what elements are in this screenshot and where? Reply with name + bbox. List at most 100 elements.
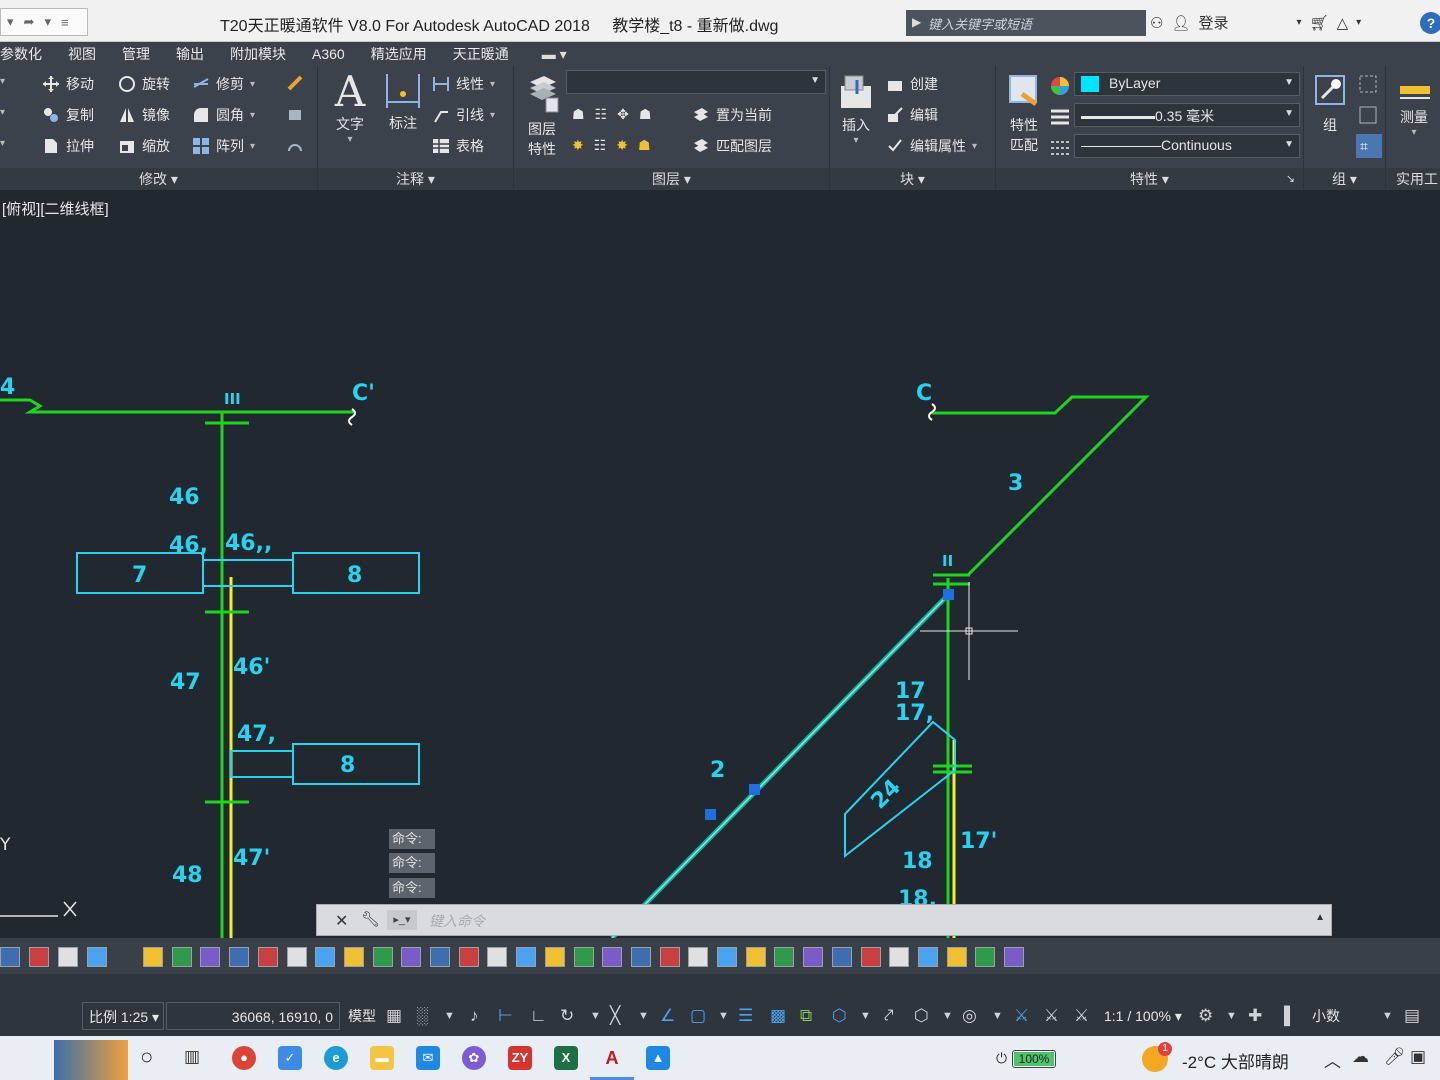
array-dropdown-icon[interactable]: ▾ — [250, 141, 255, 152]
tangent-tool-button[interactable] — [917, 947, 938, 967]
group-selection-toggle[interactable]: ⌗ — [1356, 134, 1382, 158]
layer-isolate-icon[interactable]: ☷ — [595, 106, 608, 123]
measure-dropdown-icon[interactable]: ▾ — [1392, 127, 1436, 138]
tangent-tool-button[interactable] — [717, 947, 737, 967]
scale-button[interactable]: 缩放 — [118, 136, 170, 156]
workspace-dropdown-icon[interactable]: ▼ — [1226, 1010, 1237, 1022]
login-button[interactable]: 登录 — [1199, 12, 1229, 33]
tangent-tool-button[interactable] — [688, 947, 709, 967]
move-button[interactable]: 移动 — [42, 74, 94, 94]
customize-icon[interactable]: ▾ — [44, 14, 51, 30]
tab-manage[interactable]: 管理 — [109, 44, 163, 64]
tangent-tool-button[interactable] — [229, 947, 250, 967]
filter-dropdown-icon[interactable]: ▼ — [942, 1010, 953, 1022]
measure-button[interactable]: 测量 ▾ — [1392, 80, 1436, 138]
tangent-tool-button[interactable] — [602, 947, 623, 967]
properties-panel-title[interactable]: 特性 ▾ ↘ — [996, 168, 1303, 190]
match-layer-button[interactable]: 匹配图层 — [692, 136, 772, 156]
chevron-down-icon[interactable]: ▾ — [1356, 17, 1361, 28]
tangent-tool-button[interactable] — [458, 947, 479, 967]
tangent-tool-button[interactable] — [87, 947, 107, 967]
dropdown-icon[interactable]: ▾ — [7, 14, 14, 30]
tangent-tool-button[interactable] — [315, 947, 336, 967]
tangent-tool-button[interactable] — [860, 947, 881, 967]
group-edit-icon[interactable] — [1358, 105, 1378, 125]
osnap-dropdown-icon[interactable]: ▼ — [718, 1010, 729, 1022]
trim-dropdown-icon[interactable]: ▾ — [250, 79, 255, 90]
fillet-dropdown-icon[interactable]: ▾ — [250, 110, 255, 121]
tangent-tool-button[interactable] — [286, 947, 307, 967]
supply-main-left[interactable] — [0, 398, 355, 414]
tangent-tool-button[interactable] — [516, 947, 537, 967]
linear-button[interactable]: 线性 ▾ — [432, 74, 495, 94]
grip-3[interactable] — [705, 809, 716, 820]
isodraft-dropdown-icon[interactable]: ▼ — [638, 1010, 649, 1022]
tangent-tool-button[interactable] — [200, 947, 221, 967]
auto-scale-icon[interactable]: ⚔ — [1044, 1006, 1059, 1026]
ungroup-icon[interactable] — [1358, 74, 1378, 94]
radiator-8-lower[interactable] — [292, 743, 420, 785]
linetype-dropdown[interactable]: Continuous ▼ — [1074, 134, 1300, 158]
tangent-tool-button[interactable] — [29, 947, 49, 967]
layer-off-icon[interactable]: ☗ — [572, 106, 585, 123]
battery-indicator[interactable]: 100% — [1012, 1050, 1056, 1068]
chrome-icon[interactable]: ● — [232, 1046, 256, 1070]
fillet-button[interactable]: 圆角 ▾ — [192, 105, 255, 125]
login-dropdown-icon[interactable]: ▾ — [1297, 17, 1302, 28]
tab-tangent-hvac[interactable]: 天正暖通 — [440, 44, 522, 64]
quick-access-toolbar[interactable]: ▾ ➦ ▾ ≡ — [0, 8, 88, 36]
create-block-button[interactable]: 创建 — [886, 74, 938, 94]
tangent-tool-button[interactable] — [171, 947, 192, 967]
groups-panel-title[interactable]: 组 ▾ — [1304, 168, 1385, 190]
left-overflow-2[interactable]: ▾ — [0, 107, 5, 118]
units-icon[interactable]: ▌ — [1284, 1006, 1296, 1026]
tab-view[interactable]: 视图 — [55, 44, 109, 64]
gear-icon[interactable]: ⚙ — [1198, 1006, 1213, 1026]
coordinates-display[interactable]: 36068, 16910, 0 — [166, 1002, 340, 1030]
insert-dropdown-icon[interactable]: ▾ — [836, 135, 876, 146]
layer-thaw-icon[interactable]: ✸ — [616, 137, 628, 154]
group-button[interactable]: 组 — [1310, 72, 1350, 135]
color-dropdown[interactable]: ByLayer ▼ — [1074, 72, 1300, 96]
app-icon[interactable]: ✿ — [462, 1046, 486, 1070]
tangent-tool-button[interactable] — [257, 947, 278, 967]
lineweight-icon[interactable] — [1050, 107, 1070, 127]
tangent-tool-button[interactable] — [0, 947, 20, 967]
3d-osnap-icon[interactable]: ⬡ — [832, 1006, 847, 1026]
layer-properties-button[interactable]: 图层 特性 — [522, 72, 562, 159]
grip-1[interactable] — [943, 589, 954, 600]
scale-dropdown[interactable]: 比例 1:25 ▾ — [82, 1002, 164, 1030]
tangent-tool-button[interactable] — [544, 947, 565, 967]
search-input[interactable]: ▶ 键入关键字或短语 — [906, 10, 1146, 36]
stretch-button[interactable]: 拉伸 — [42, 136, 94, 156]
tangent-tool-button[interactable] — [1004, 947, 1024, 967]
tangent-tool-button[interactable] — [745, 947, 766, 967]
edit-block-button[interactable]: 编辑 — [886, 105, 938, 125]
object-snap-icon[interactable]: ▢ — [690, 1006, 706, 1026]
copy-button[interactable]: 复制 — [42, 105, 94, 125]
infer-constraints-icon[interactable]: ♪ — [470, 1006, 479, 1026]
tangent-tool-button[interactable] — [659, 947, 680, 967]
mirror-button[interactable]: 镜像 — [118, 105, 170, 125]
supply-main-right[interactable] — [932, 395, 1150, 577]
redo-icon[interactable]: ➦ — [24, 14, 35, 30]
tangent-tool-button[interactable] — [430, 947, 450, 967]
left-overflow-1[interactable]: ▾ — [0, 76, 5, 87]
lineweight-toggle-icon[interactable]: ☰ — [738, 1006, 753, 1026]
table-button[interactable]: 表格 — [432, 136, 484, 156]
tangent-tool-button[interactable] — [58, 947, 78, 967]
file-explorer-icon[interactable]: ▬ — [370, 1046, 394, 1070]
tangent-tool-button[interactable] — [975, 947, 996, 967]
gizmo-dropdown-icon[interactable]: ▼ — [992, 1010, 1003, 1022]
snap-icon[interactable]: ░ — [416, 1006, 428, 1026]
expand-icon[interactable]: ▶ — [912, 15, 921, 29]
units-dropdown-icon[interactable]: ▼ — [1382, 1010, 1393, 1022]
tangent-tool-button[interactable] — [401, 947, 422, 967]
tab-addins[interactable]: 附加模块 — [217, 44, 299, 64]
task-view-icon[interactable]: ▥ — [184, 1047, 200, 1067]
dynamic-input-icon[interactable]: ⊢ — [498, 1006, 513, 1026]
layer-on-icon[interactable]: ✸ — [572, 137, 584, 154]
tangent-tool-button[interactable] — [487, 947, 508, 967]
chevron-up-icon[interactable]: ▲ — [1315, 912, 1325, 923]
edit-attributes-dropdown-icon[interactable]: ▾ — [972, 141, 977, 152]
